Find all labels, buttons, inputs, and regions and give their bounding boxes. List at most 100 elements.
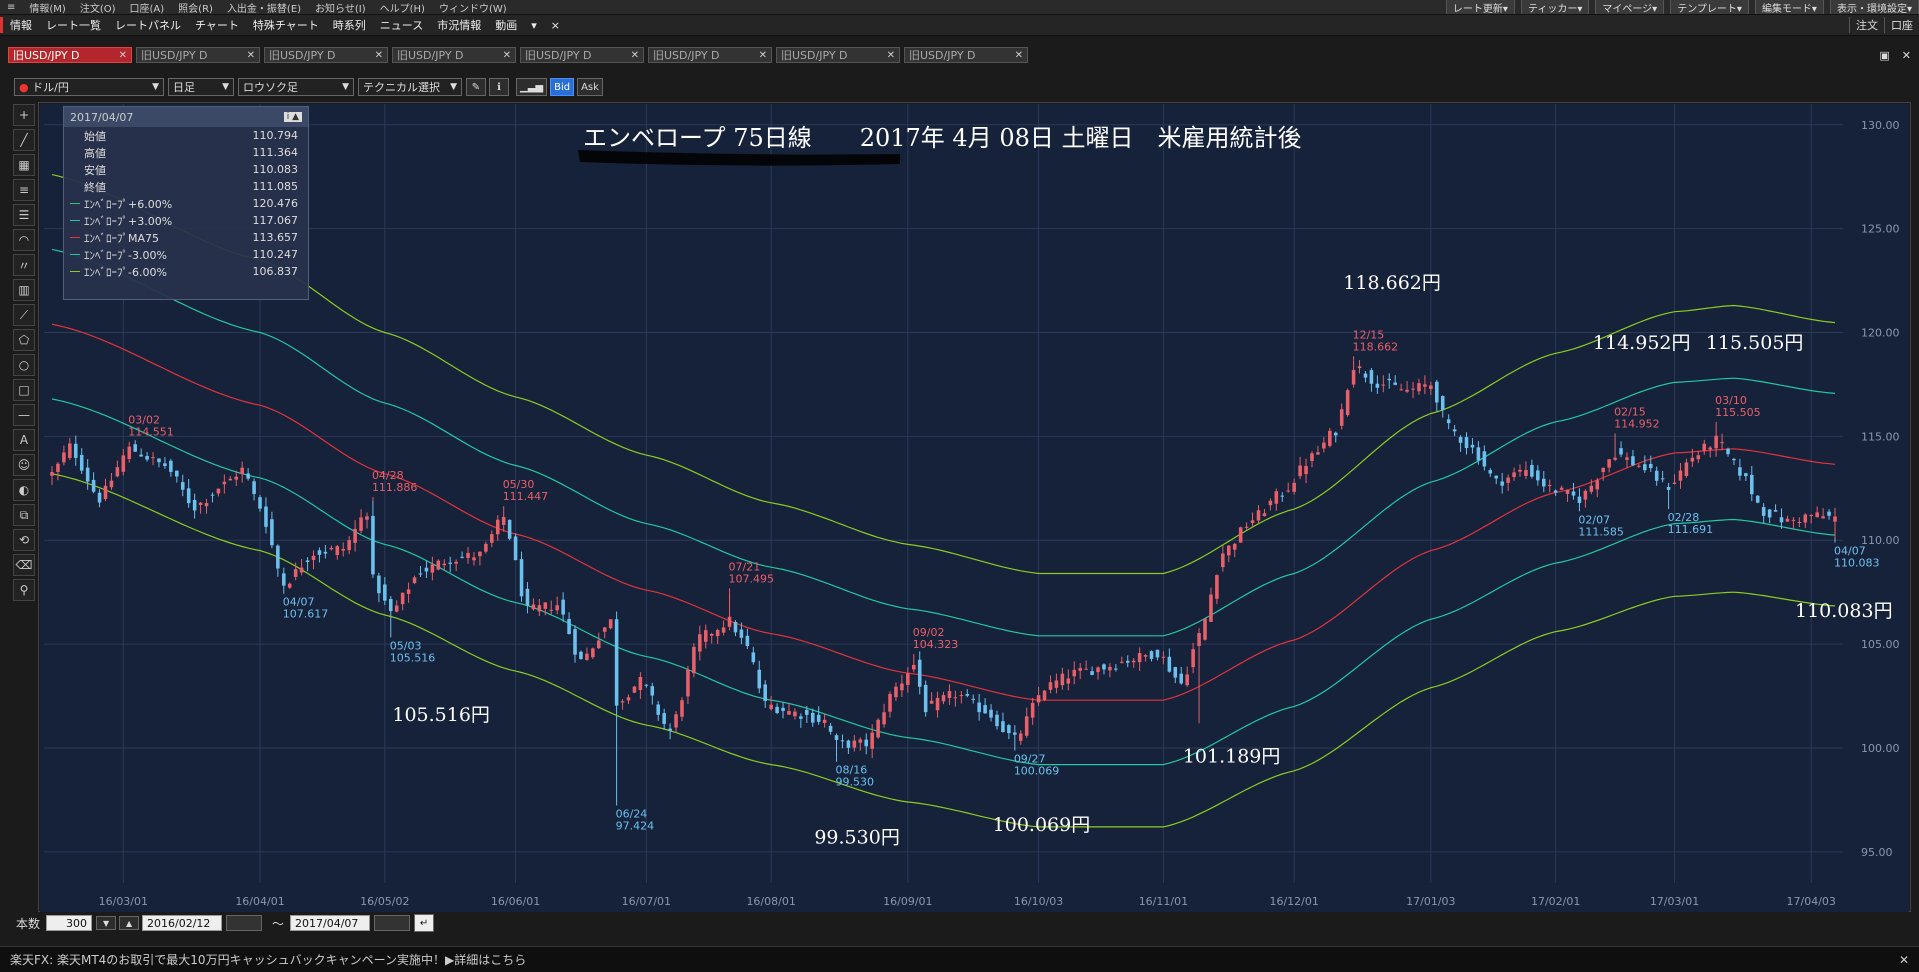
technical-select[interactable]: テクニカル選択 ▼ [358, 78, 462, 96]
info-icon[interactable]: ℹ [489, 78, 509, 96]
tool-12-icon[interactable]: — [13, 404, 35, 426]
info-collapse-icon[interactable]: i ▲ [283, 112, 302, 122]
tool-9-icon[interactable]: ⬠ [13, 329, 35, 351]
tool-4-icon[interactable]: ☰ [13, 204, 35, 226]
tool-16-icon[interactable]: ⧉ [13, 504, 35, 526]
close-icon[interactable]: ✕ [247, 50, 255, 61]
maximize-icon[interactable]: ▣ [1879, 49, 1889, 62]
chart-area[interactable]: 130.00 125.00 120.00 115.00 110.00 105.00 100.… [40, 104, 1909, 912]
pen-icon[interactable]: ✎ [466, 78, 486, 96]
news-ticker[interactable]: 楽天FX: 楽天MT4のお取引で最大10万円キャッシュバックキャンペーン実施中！… [0, 946, 1919, 972]
from-date-input[interactable]: 2016/02/12 [142, 915, 223, 931]
app-icon[interactable]: ≡ [0, 2, 22, 13]
tool-7-icon[interactable]: ▥ [13, 279, 35, 301]
chart-type-select[interactable]: ロウソク足 ▼ [238, 78, 354, 96]
tool-17-icon[interactable]: ⟲ [13, 529, 35, 551]
volume-icon[interactable]: ▁▃▅ [516, 78, 548, 96]
rate-update-button[interactable]: レート更新▾ [1445, 0, 1515, 14]
tab-0[interactable]: 旧USD/JPY D ✕ [8, 47, 132, 63]
tool-19-icon[interactable]: ⚲ [13, 579, 35, 601]
edit-mode-button[interactable]: 編集モード▾ [1754, 0, 1824, 14]
chart-svg[interactable]: 130.00 125.00 120.00 115.00 110.00 105.00 100.… [40, 104, 1909, 912]
count-up-icon[interactable]: ▲ [119, 916, 140, 930]
top-menu-5[interactable]: お知らせ(I) [308, 0, 373, 15]
tool-14-icon[interactable]: ☺ [13, 454, 35, 476]
count-down-icon[interactable]: ▼ [96, 916, 117, 930]
top-menu-1[interactable]: 注文(O) [73, 0, 123, 15]
menu-rate-list[interactable]: レート一覧 [39, 17, 108, 33]
tool-0-icon[interactable]: + [13, 104, 35, 126]
top-menu-7[interactable]: ウィンドウ(W) [432, 0, 514, 15]
candle-body [1500, 481, 1504, 486]
tool-11-icon[interactable]: □ [13, 379, 35, 401]
menu-info[interactable]: 情報 [0, 17, 39, 33]
tab-1[interactable]: 旧USD/JPY D ✕ [136, 47, 260, 63]
to-date-input[interactable]: 2017/04/07 [290, 915, 371, 931]
menu-news[interactable]: ニュース [373, 17, 430, 33]
display-settings-button[interactable]: 表示・環境設定▾ [1829, 0, 1919, 14]
candle-body [1821, 516, 1825, 519]
close-icon[interactable]: ✕ [503, 50, 511, 61]
news-text[interactable]: 楽天FX: 楽天MT4のお取引で最大10万円キャッシュバックキャンペーン実施中！… [10, 951, 526, 968]
account-button[interactable]: 口座 [1884, 17, 1919, 33]
close-icon[interactable]: ✕ [887, 50, 895, 61]
tool-18-icon[interactable]: ⌫ [13, 554, 35, 576]
info-row-label-wrap: 終値 [70, 179, 106, 195]
close-icon[interactable]: ✕ [375, 50, 383, 61]
period-select[interactable]: 日足 ▼ [168, 78, 234, 96]
top-menu-6[interactable]: ヘルプ(H) [373, 0, 432, 15]
close-icon[interactable]: ✕ [759, 50, 767, 61]
candle-body [1435, 381, 1439, 403]
menu-close[interactable]: × [544, 19, 567, 32]
candle-body [1773, 510, 1778, 512]
tab-5[interactable]: 旧USD/JPY D ✕ [648, 47, 772, 63]
apply-range-icon[interactable]: ↵ [414, 914, 435, 932]
mypage-button[interactable]: マイページ▾ [1595, 0, 1665, 14]
menu-special-chart[interactable]: 特殊チャート [246, 17, 326, 33]
tool-1-icon[interactable]: ╱ [13, 129, 35, 151]
template-button[interactable]: テンプレート▾ [1670, 0, 1749, 14]
tab-3[interactable]: 旧USD/JPY D ✕ [392, 47, 516, 63]
top-menu-4[interactable]: 入出金・振替(E) [220, 0, 308, 15]
menu-video[interactable]: 動画 [488, 17, 524, 33]
bar-count-input[interactable]: 300 [46, 915, 93, 931]
candle-body [703, 630, 708, 642]
top-menu-2[interactable]: 口座(A) [123, 0, 172, 15]
candle-body [305, 560, 310, 562]
tool-15-icon[interactable]: ◐ [13, 479, 35, 501]
menu-rate-panel[interactable]: レートパネル [108, 17, 188, 33]
news-close-icon[interactable]: ✕ [1899, 953, 1909, 967]
bid-button[interactable]: Bid [550, 78, 575, 96]
to-time-input[interactable] [374, 915, 411, 931]
menu-timeseries[interactable]: 時系列 [326, 17, 373, 33]
tool-5-icon[interactable]: ◠ [13, 229, 35, 251]
candle-body [1078, 668, 1082, 671]
window-close-icon[interactable]: ✕ [1902, 49, 1911, 62]
tool-13-icon[interactable]: A [13, 429, 35, 451]
tool-10-icon[interactable]: ○ [13, 354, 35, 376]
tool-2-icon[interactable]: ▦ [13, 154, 35, 176]
tab-label: 旧USD/JPY D [909, 49, 976, 62]
close-icon[interactable]: ✕ [119, 50, 127, 61]
y-tick-label: 110.00 [1861, 534, 1900, 547]
tab-7[interactable]: 旧USD/JPY D ✕ [904, 47, 1028, 63]
candle-body [1631, 456, 1635, 466]
tab-6[interactable]: 旧USD/JPY D ✕ [776, 47, 900, 63]
from-time-input[interactable] [226, 915, 263, 931]
pair-select[interactable]: ● ドル/円 ▼ [14, 78, 164, 96]
tool-8-icon[interactable]: ⟋ [13, 304, 35, 326]
tab-2[interactable]: 旧USD/JPY D ✕ [264, 47, 388, 63]
close-icon[interactable]: ✕ [1015, 50, 1023, 61]
top-menu-3[interactable]: 照会(R) [171, 0, 220, 15]
tab-4[interactable]: 旧USD/JPY D ✕ [520, 47, 644, 63]
menu-market-info[interactable]: 市況情報 [430, 17, 488, 33]
menu-more-dropdown[interactable]: ▾ [524, 19, 544, 32]
close-icon[interactable]: ✕ [631, 50, 639, 61]
top-menu-0[interactable]: 情報(M) [22, 0, 72, 15]
ask-button[interactable]: Ask [577, 78, 603, 96]
tool-3-icon[interactable]: ≡ [13, 179, 35, 201]
order-button[interactable]: 注文 [1849, 17, 1884, 33]
ticker-button[interactable]: ティッカー▾ [1520, 0, 1590, 14]
menu-chart[interactable]: チャート [188, 17, 246, 33]
tool-6-icon[interactable]: 〃 [13, 254, 35, 276]
